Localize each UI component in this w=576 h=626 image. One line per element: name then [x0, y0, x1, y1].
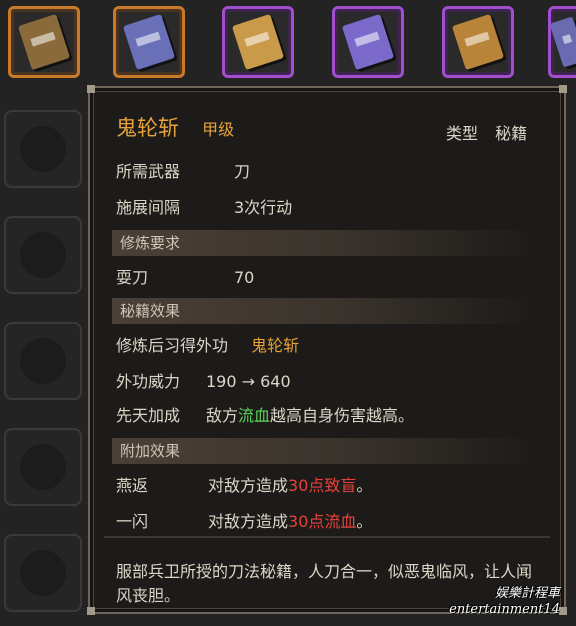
violet-book-icon — [341, 13, 395, 71]
power-row: 外功威力 190 → 640 — [116, 372, 291, 392]
innate-key: 流血 — [238, 406, 271, 425]
weapon-value: 刀 — [234, 162, 251, 181]
inventory-slot-2[interactable] — [113, 6, 185, 78]
skill-grade: 甲级 — [202, 120, 235, 139]
inventory-slot-3[interactable] — [222, 6, 294, 78]
innate-pre: 敌方 — [206, 406, 239, 425]
inventory-slot-4[interactable] — [332, 6, 404, 78]
req-skill-label: 耍刀 — [116, 268, 149, 287]
watermark: 娱樂計程車 entertainment14 — [449, 586, 560, 618]
extra1-text: 对敌方造成30点致盲。 — [208, 476, 372, 496]
partial-book-icon — [549, 16, 576, 68]
type-label: 类型 — [446, 124, 479, 143]
extra2-key: 30点流血 — [288, 512, 357, 531]
extra2-label: 一闪 — [116, 512, 149, 531]
extra1-label: 燕返 — [116, 476, 149, 495]
interval-label: 施展间隔 — [116, 198, 181, 217]
inventory-slot-6[interactable] — [548, 6, 576, 78]
innate-text: 敌方流血越高自身伤害越高。 — [206, 406, 414, 426]
equipment-slot-2[interactable] — [4, 216, 82, 294]
equipment-slot-1[interactable] — [4, 110, 82, 188]
extra-effects-header: 附加效果 — [112, 438, 532, 464]
req-skill-row: 耍刀 70 — [116, 268, 254, 288]
req-skill-value: 70 — [234, 268, 255, 287]
blue-book-icon — [122, 13, 176, 71]
inventory-slot-1[interactable] — [8, 6, 80, 78]
extra2-pre: 对敌方造成 — [208, 512, 289, 531]
innate-post: 越高自身伤害越高。 — [270, 406, 415, 425]
panel-corner — [87, 85, 95, 93]
equipment-slot-3[interactable] — [4, 322, 82, 400]
requirements-header: 修炼要求 — [112, 230, 532, 256]
tan-book-icon — [231, 13, 285, 71]
learn-label: 修炼后习得外功 — [116, 336, 229, 355]
weapon-label: 所需武器 — [116, 162, 181, 181]
learn-row: 修炼后习得外功 鬼轮斩 — [116, 336, 299, 356]
watermark-line-1: 娱樂計程車 — [494, 586, 560, 601]
innate-row: 先天加成 敌方流血越高自身伤害越高。 — [116, 406, 414, 426]
extra2-post: 。 — [356, 512, 373, 531]
panel-corner — [87, 607, 95, 615]
extra1-key: 30点致盲 — [288, 476, 357, 495]
type-value: 秘籍 — [495, 124, 528, 143]
learn-value: 鬼轮斩 — [251, 336, 300, 355]
extra1-post: 。 — [356, 476, 373, 495]
extra2-row: 一闪 对敌方造成30点流血。 — [116, 512, 372, 532]
panel-corner — [559, 85, 567, 93]
equipment-slot-5[interactable] — [4, 534, 82, 612]
innate-label: 先天加成 — [116, 406, 181, 425]
brown-book-icon — [17, 13, 71, 71]
description-divider — [104, 536, 550, 538]
effects-header: 秘籍效果 — [112, 298, 532, 324]
skill-name: 鬼轮斩 — [116, 116, 179, 140]
type-row: 类型 秘籍 — [446, 124, 527, 144]
title-row: 鬼轮斩 甲级 — [116, 118, 234, 140]
extra1-row: 燕返 对敌方造成30点致盲。 — [116, 476, 372, 496]
weapon-row: 所需武器 刀 — [116, 162, 250, 182]
panel-corner — [559, 607, 567, 615]
equipment-slot-4[interactable] — [4, 428, 82, 506]
item-tooltip: 鬼轮斩 甲级 类型 秘籍 所需武器 刀 施展间隔 3次行动 修炼要求 耍刀 70… — [87, 85, 567, 615]
extra2-text: 对敌方造成30点流血。 — [208, 512, 372, 532]
interval-row: 施展间隔 3次行动 — [116, 198, 292, 218]
gold-book-icon — [451, 13, 505, 71]
power-value: 190 → 640 — [206, 372, 291, 391]
watermark-line-2: entertainment14 — [449, 602, 560, 617]
power-label: 外功威力 — [116, 372, 181, 391]
interval-value: 3次行动 — [234, 198, 293, 217]
inventory-slot-5[interactable] — [442, 6, 514, 78]
extra1-pre: 对敌方造成 — [208, 476, 289, 495]
